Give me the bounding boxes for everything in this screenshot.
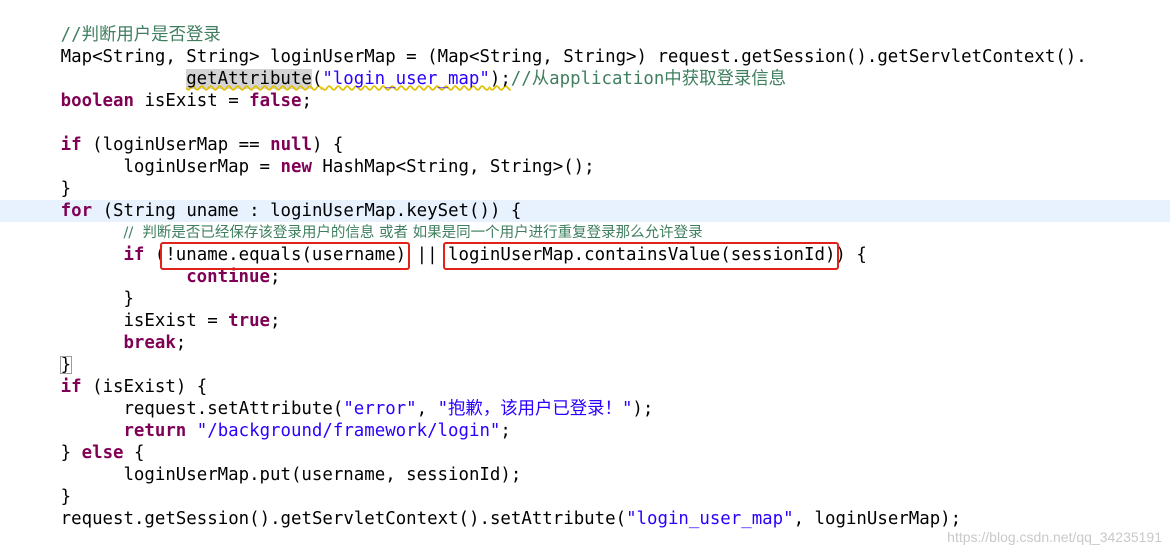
code-token: ); [632, 399, 654, 419]
code-line: } [0, 288, 1170, 310]
code-line: for (String uname : loginUserMap.keySet(… [0, 200, 1170, 222]
code-token: request.setAttribute( [123, 399, 344, 419]
code-token: } [123, 289, 134, 309]
code-line: break; [0, 332, 1170, 354]
code-token: (isExist) { [81, 377, 208, 397]
code-token: return [123, 421, 187, 441]
code-token: //判断用户是否登录 [60, 25, 221, 45]
code-line: request.getSession().getServletContext()… [0, 508, 1170, 530]
code-token: ; [500, 421, 511, 441]
code-token: "login_user_map" [626, 509, 794, 529]
code-token: //从application中获取登录信息 [510, 69, 787, 89]
code-token: loginUserMap = [123, 157, 281, 177]
code-token: ) { [311, 135, 344, 155]
code-token: getAttribute [186, 69, 312, 89]
highlight-box-uname-equals [160, 242, 411, 270]
code-token: ; [175, 333, 187, 353]
code-token: isExist = [133, 91, 250, 111]
code-line: if (loginUserMap == null) { [0, 134, 1170, 156]
code-token: ( [311, 69, 323, 89]
code-line: loginUserMap = new HashMap<String, Strin… [0, 156, 1170, 178]
code-token: continue [186, 267, 270, 287]
code-line: isExist = true; [0, 310, 1170, 332]
code-token: , [416, 399, 438, 419]
watermark: https://blog.csdn.net/qq_34235191 [947, 529, 1162, 545]
code-token: request.getSession().getServletContext()… [60, 509, 627, 529]
highlight-box-contains-value [443, 242, 840, 270]
code-token: else [81, 443, 124, 463]
code-line: //判断用户是否登录 [0, 24, 1170, 46]
code-token: "login_user_map" [322, 69, 490, 89]
code-token: false [249, 91, 302, 111]
code-token: null [270, 135, 312, 155]
code-line: boolean isExist = false; [0, 90, 1170, 112]
code-line: } [0, 486, 1170, 508]
code-line: } else { [0, 442, 1170, 464]
code-token: ; [270, 311, 281, 331]
code-line: // 判断是否已经保存该登录用户的信息 或者 如果是同一个用户进行重复登录那么允… [0, 222, 1170, 244]
code-token: if [123, 245, 145, 265]
code-token: "抱歉，该用户已登录！" [437, 399, 633, 419]
code-token: { [123, 443, 145, 463]
matching-bracket-marker [59, 356, 73, 374]
code-token: (String uname : loginUserMap.keySet()) { [92, 201, 522, 221]
code-line: return "/background/framework/login"; [0, 420, 1170, 442]
code-token: (loginUserMap == [81, 135, 271, 155]
code-token: isExist = [123, 311, 229, 331]
code-line: Map<String, String> loginUserMap = (Map<… [0, 46, 1170, 68]
code-token: break [123, 333, 176, 353]
code-line: } [0, 354, 1170, 376]
code-line: getAttribute("login_user_map");//从applic… [0, 68, 1170, 90]
code-token: Map<String, String> loginUserMap = (Map<… [60, 47, 1087, 67]
code-token: } [60, 443, 82, 463]
code-token: loginUserMap.put(username, sessionId); [123, 465, 522, 485]
code-token: } [60, 179, 72, 199]
code-token: HashMap<String, String>(); [311, 157, 595, 177]
code-token: "error" [343, 399, 417, 419]
code-token: true [228, 311, 271, 331]
code-token: new [280, 157, 312, 177]
code-token: ); [489, 69, 511, 89]
code-token: if [60, 377, 82, 397]
code-token: , loginUserMap); [793, 509, 962, 529]
code-token: // 判断是否已经保存该登录用户的信息 或者 如果是同一个用户进行重复登录那么允… [123, 225, 703, 241]
code-line: } [0, 178, 1170, 200]
code-token: ; [301, 91, 312, 111]
code-token: ; [269, 267, 281, 287]
code-token: boolean [60, 91, 134, 111]
code-token: if [60, 135, 82, 155]
code-editor[interactable]: //判断用户是否登录 Map<String, String> loginUserM… [0, 0, 1170, 553]
code-line: if (isExist) { [0, 376, 1170, 398]
code-token: for [60, 201, 93, 221]
code-line: loginUserMap.put(username, sessionId); [0, 464, 1170, 486]
code-token: } [60, 487, 72, 507]
code-token: "/background/framework/login" [196, 421, 501, 441]
code-line: request.setAttribute("error", "抱歉，该用户已登录… [0, 398, 1170, 420]
